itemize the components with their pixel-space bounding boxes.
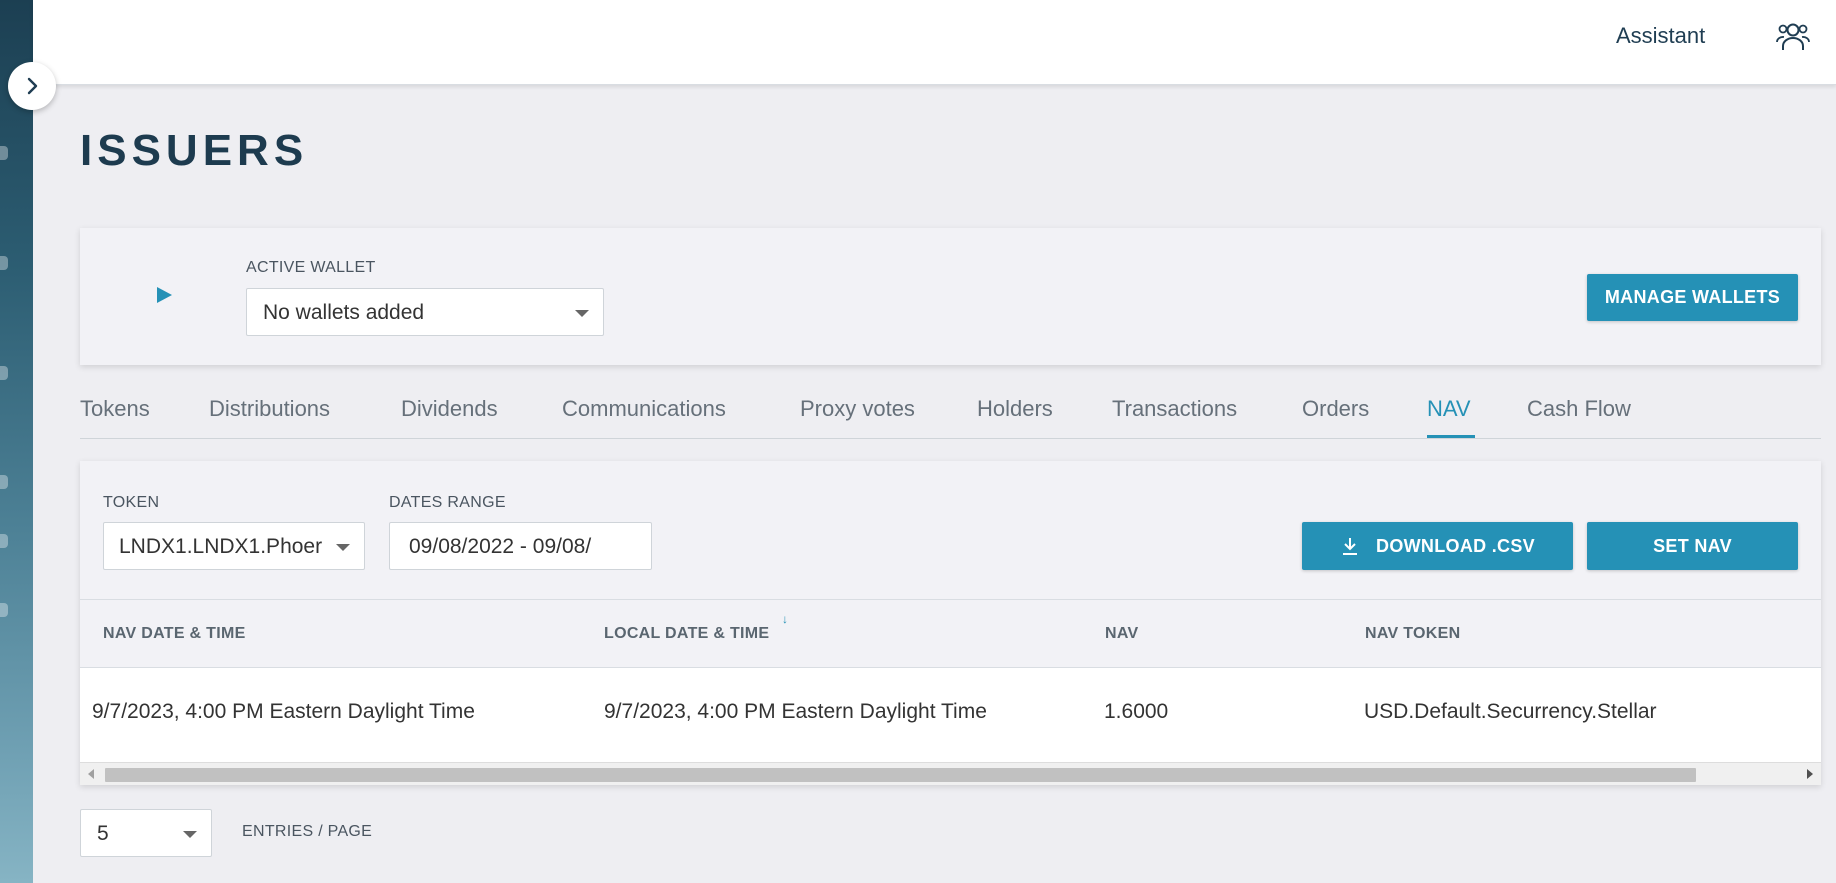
scroll-right-icon[interactable] bbox=[1807, 769, 1813, 779]
scrollbar-thumb[interactable] bbox=[105, 768, 1696, 782]
nav-icon[interactable] bbox=[0, 603, 8, 617]
download-icon bbox=[1343, 538, 1358, 555]
tab-communications[interactable]: Communications bbox=[562, 396, 726, 422]
nav-icon[interactable] bbox=[0, 256, 8, 270]
assistant-link[interactable]: Assistant bbox=[1616, 22, 1705, 50]
tab-transactions[interactable]: Transactions bbox=[1112, 396, 1237, 422]
tab-tokens[interactable]: Tokens bbox=[80, 396, 150, 422]
download-csv-label: DOWNLOAD .CSV bbox=[1376, 535, 1535, 556]
nav-icon[interactable] bbox=[0, 534, 8, 548]
top-header: Assistant bbox=[33, 0, 1836, 85]
dates-range-input[interactable]: 09/08/2022 - 09/08/ bbox=[389, 522, 652, 570]
cell-nav: 1.6000 bbox=[1104, 700, 1169, 723]
tab-dividends[interactable]: Dividends bbox=[401, 396, 498, 422]
caret-down-icon bbox=[336, 544, 350, 551]
horizontal-scrollbar[interactable] bbox=[80, 762, 1821, 785]
column-nav-token[interactable]: NAV TOKEN bbox=[1365, 625, 1460, 643]
page-title: ISSUERS bbox=[80, 126, 309, 175]
tab-orders[interactable]: Orders bbox=[1302, 396, 1369, 422]
nav-icon[interactable] bbox=[0, 475, 8, 489]
set-nav-button[interactable]: SET NAV bbox=[1587, 522, 1798, 570]
sort-desc-icon[interactable]: ↓ bbox=[782, 612, 788, 626]
entries-per-page-select[interactable]: 5 bbox=[80, 809, 212, 857]
dates-range-value: 09/08/2022 - 09/08/ bbox=[409, 535, 592, 558]
tab-proxy-votes[interactable]: Proxy votes bbox=[800, 396, 915, 422]
active-wallet-label: ACTIVE WALLET bbox=[246, 259, 376, 276]
column-nav-date-time[interactable]: NAV DATE & TIME bbox=[103, 625, 246, 643]
entries-per-page-value: 5 bbox=[97, 822, 109, 845]
tab-nav[interactable]: NAV bbox=[1427, 396, 1471, 422]
active-wallet-select[interactable]: No wallets added bbox=[246, 288, 604, 336]
users-icon[interactable] bbox=[1776, 20, 1810, 52]
play-icon[interactable] bbox=[155, 286, 173, 304]
column-nav[interactable]: NAV bbox=[1105, 625, 1139, 643]
issuer-tabs: Tokens Distributions Dividends Communica… bbox=[80, 390, 1821, 439]
dates-range-label: DATES RANGE bbox=[389, 494, 506, 511]
table-row: 9/7/2023, 4:00 PM Eastern Daylight Time … bbox=[80, 667, 1821, 762]
caret-down-icon bbox=[183, 831, 197, 838]
token-label: TOKEN bbox=[103, 494, 160, 511]
sidebar-toggle-button[interactable] bbox=[8, 62, 56, 110]
tab-holders[interactable]: Holders bbox=[977, 396, 1053, 422]
tab-distributions[interactable]: Distributions bbox=[209, 396, 330, 422]
cell-nav-token: USD.Default.Securrency.Stellar bbox=[1364, 700, 1657, 723]
nav-icon[interactable] bbox=[0, 366, 8, 380]
cell-local-date-time: 9/7/2023, 4:00 PM Eastern Daylight Time bbox=[604, 700, 987, 723]
token-select[interactable]: LNDX1.LNDX1.Phoer bbox=[103, 522, 365, 570]
entries-per-page-label: ENTRIES / PAGE bbox=[242, 823, 373, 840]
column-local-date-time[interactable]: LOCAL DATE & TIME bbox=[604, 625, 769, 643]
caret-down-icon bbox=[575, 310, 589, 317]
manage-wallets-button[interactable]: MANAGE WALLETS bbox=[1587, 274, 1798, 321]
active-wallet-value: No wallets added bbox=[263, 301, 425, 324]
chevron-right-icon bbox=[27, 77, 38, 95]
wallet-panel: ACTIVE WALLET No wallets added MANAGE WA… bbox=[80, 228, 1821, 365]
table-header: NAV DATE & TIME LOCAL DATE & TIME ↓ NAV … bbox=[80, 599, 1821, 667]
scroll-left-icon[interactable] bbox=[88, 769, 94, 779]
download-csv-button[interactable]: DOWNLOAD .CSV bbox=[1302, 522, 1573, 570]
tab-cash-flow[interactable]: Cash Flow bbox=[1527, 396, 1631, 422]
active-tab-indicator bbox=[1427, 435, 1475, 438]
cell-nav-date-time: 9/7/2023, 4:00 PM Eastern Daylight Time bbox=[92, 700, 475, 723]
token-value: LNDX1.LNDX1.Phoer bbox=[119, 535, 323, 558]
nav-panel: TOKEN LNDX1.LNDX1.Phoer DATES RANGE 09/0… bbox=[80, 461, 1821, 785]
nav-icon[interactable] bbox=[0, 146, 8, 160]
sidebar bbox=[0, 0, 33, 883]
